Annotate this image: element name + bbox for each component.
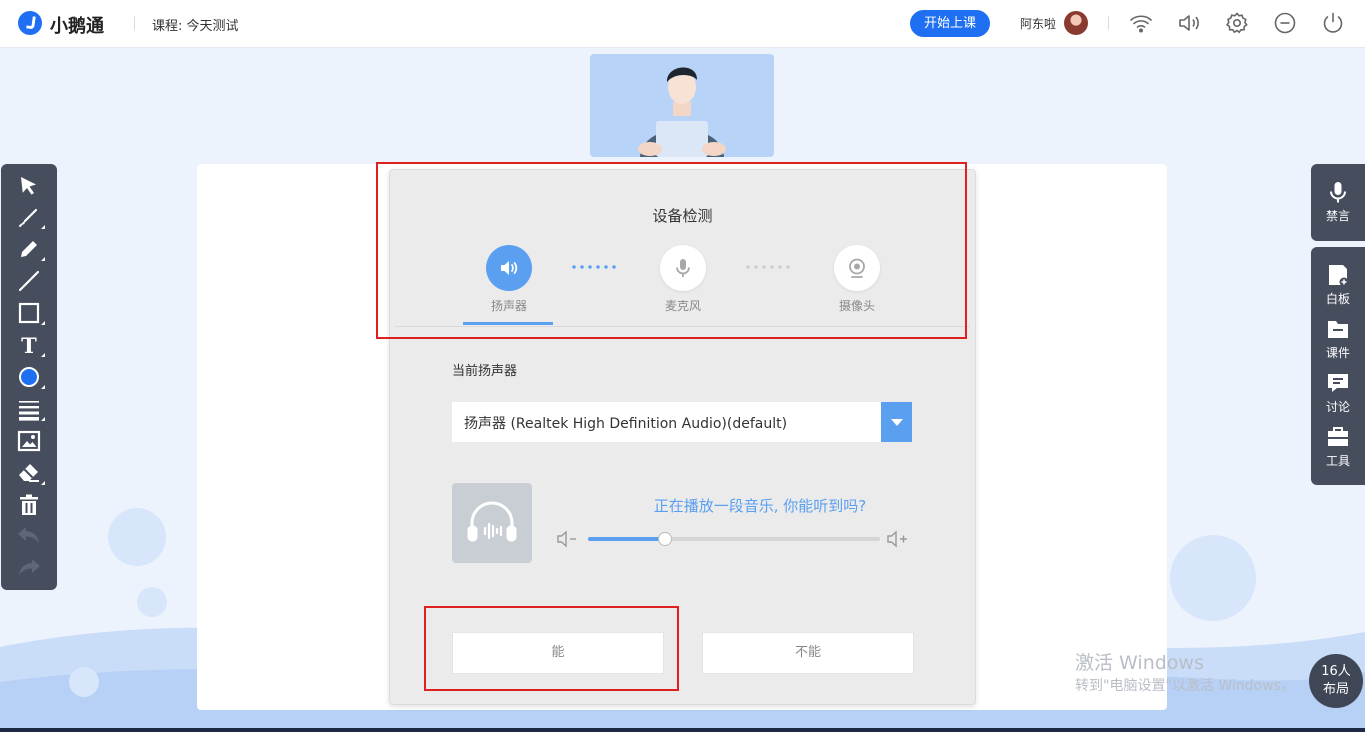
- participant-count: 16人: [1321, 664, 1351, 679]
- bg-bubble: [69, 667, 99, 697]
- color-picker-icon[interactable]: [16, 364, 45, 390]
- divider: [134, 16, 135, 30]
- pen-icon[interactable]: [16, 236, 45, 262]
- line-width-icon[interactable]: [16, 396, 45, 422]
- volume-slider-fill: [588, 537, 664, 541]
- image-icon[interactable]: [16, 428, 42, 454]
- select-arrow-icon[interactable]: [16, 173, 42, 199]
- layout-label: 布局: [1322, 682, 1349, 697]
- no-button[interactable]: 不能: [702, 632, 914, 674]
- bg-bubble: [1170, 535, 1256, 621]
- discussion-label: 讨论: [1325, 400, 1350, 414]
- microphone-icon: [1330, 182, 1346, 203]
- teacher-video[interactable]: [590, 54, 774, 157]
- course-title: 课程: 今天测试: [152, 19, 239, 34]
- mute-label: 禁言: [1325, 209, 1350, 223]
- courseware-button[interactable]: 课件: [1311, 316, 1365, 366]
- activation-watermark-hint: 转到"电脑设置"以激活 Windows。: [1075, 678, 1295, 694]
- chevron-down-icon[interactable]: [881, 402, 912, 442]
- app-name: 小鹅通: [50, 16, 104, 37]
- whiteboard-icon: [1329, 265, 1349, 287]
- wifi-icon[interactable]: [1129, 11, 1153, 35]
- teacher-illustration: [638, 67, 726, 157]
- speaker-select[interactable]: 扬声器 (Realtek High Definition Audio)(defa…: [452, 402, 912, 442]
- eraser-icon[interactable]: [16, 460, 45, 486]
- minimize-icon[interactable]: [1273, 11, 1297, 35]
- speaker-select-value: 扬声器 (Realtek High Definition Audio)(defa…: [464, 416, 788, 432]
- tools-button[interactable]: 工具: [1311, 424, 1365, 474]
- headphone-icon: [467, 501, 517, 542]
- logo-icon: [18, 11, 42, 35]
- whiteboard-button[interactable]: 白板: [1311, 262, 1365, 312]
- line-icon[interactable]: [16, 268, 42, 294]
- taskbar: [0, 728, 1365, 732]
- divider: [1108, 16, 1109, 30]
- whiteboard-label: 白板: [1325, 292, 1350, 306]
- playback-prompt: 正在播放一段音乐, 你能听到吗?: [653, 497, 867, 515]
- undo-icon[interactable]: [16, 523, 42, 549]
- drawing-toolbar: T: [1, 164, 57, 590]
- speaker-icon[interactable]: [1177, 11, 1201, 35]
- activation-watermark-title: 激活 Windows: [1075, 652, 1204, 674]
- discussion-button[interactable]: 讨论: [1311, 370, 1365, 420]
- annotation-box: [424, 606, 679, 691]
- volume-slider[interactable]: [588, 532, 880, 546]
- start-class-button[interactable]: 开始上课: [910, 10, 990, 37]
- volume-up-icon[interactable]: [886, 530, 912, 548]
- volume-slider-thumb[interactable]: [657, 532, 672, 546]
- gear-icon[interactable]: [1225, 11, 1249, 35]
- bg-bubble: [137, 587, 167, 617]
- top-bar: 小鹅通 课程: 今天测试 开始上课 阿东啦: [0, 0, 1365, 48]
- toolbox-icon: [1328, 427, 1348, 446]
- volume-down-icon[interactable]: [556, 530, 582, 548]
- laser-pointer-icon[interactable]: [16, 204, 45, 230]
- trash-icon[interactable]: [16, 492, 42, 518]
- right-toolbar: 白板 课件 讨论 工具: [1311, 247, 1365, 485]
- rectangle-icon[interactable]: [16, 300, 45, 326]
- power-icon[interactable]: [1321, 11, 1345, 35]
- mute-all-button[interactable]: 禁言: [1311, 179, 1365, 229]
- username: 阿东啦: [1020, 17, 1057, 31]
- current-speaker-label: 当前扬声器: [452, 364, 518, 379]
- avatar[interactable]: [1064, 11, 1088, 35]
- headphone-thumbnail: [452, 483, 532, 563]
- courseware-label: 课件: [1325, 346, 1350, 360]
- svg-text:T: T: [21, 333, 37, 358]
- tools-label: 工具: [1325, 454, 1350, 468]
- mute-panel: 禁言: [1311, 164, 1365, 241]
- text-icon[interactable]: T: [16, 332, 45, 358]
- annotation-box: [376, 162, 967, 339]
- folder-icon: [1328, 321, 1348, 338]
- bg-bubble: [108, 508, 166, 566]
- layout-button[interactable]: 16人 布局: [1309, 654, 1363, 708]
- redo-icon[interactable]: [16, 555, 42, 581]
- chat-icon: [1328, 374, 1348, 392]
